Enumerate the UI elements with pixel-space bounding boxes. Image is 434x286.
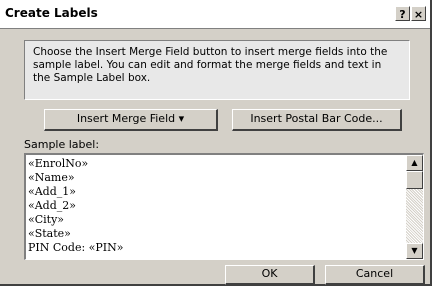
create-labels-dialog: Create Labels ? × Choose the Insert Merg…: [0, 0, 432, 286]
sample-line[interactable]: «Add_1»: [28, 185, 124, 199]
sample-line[interactable]: «State»: [28, 227, 124, 241]
insert-merge-field-button[interactable]: Insert Merge Field ▾: [44, 109, 218, 131]
sample-line[interactable]: PIN Code: «PIN»: [28, 241, 124, 255]
sample-label-lines: «EnrolNo» «Name» «Add_1» «Add_2» «City» …: [28, 157, 124, 255]
insert-postal-bar-code-button[interactable]: Insert Postal Bar Code...: [232, 109, 402, 131]
dropdown-arrow-icon: ▾: [178, 112, 185, 125]
ok-button[interactable]: OK: [225, 265, 315, 285]
help-button[interactable]: ?: [395, 6, 410, 21]
sample-line[interactable]: «Add_2»: [28, 199, 124, 213]
sample-label-textbox[interactable]: «EnrolNo» «Name» «Add_1» «Add_2» «City» …: [24, 153, 424, 260]
insert-merge-field-label: Insert Merge Field: [76, 112, 176, 125]
sample-line[interactable]: «City»: [28, 213, 124, 227]
scroll-up-arrow-icon[interactable]: ▲: [406, 155, 423, 171]
sample-line[interactable]: «EnrolNo»: [28, 157, 124, 171]
vertical-scrollbar[interactable]: ▲ ▼: [406, 155, 423, 259]
sample-line[interactable]: «Name»: [28, 171, 124, 185]
sample-label-heading: Sample label:: [24, 138, 100, 151]
close-button[interactable]: ×: [411, 6, 426, 21]
scroll-down-arrow-icon[interactable]: ▼: [406, 243, 423, 259]
title-bar: Create Labels ? ×: [0, 0, 430, 29]
cancel-button[interactable]: Cancel: [325, 265, 425, 285]
instructions-text: Choose the Insert Merge Field button to …: [24, 40, 410, 100]
dialog-title: Create Labels: [5, 6, 98, 20]
scroll-thumb[interactable]: [406, 171, 423, 189]
